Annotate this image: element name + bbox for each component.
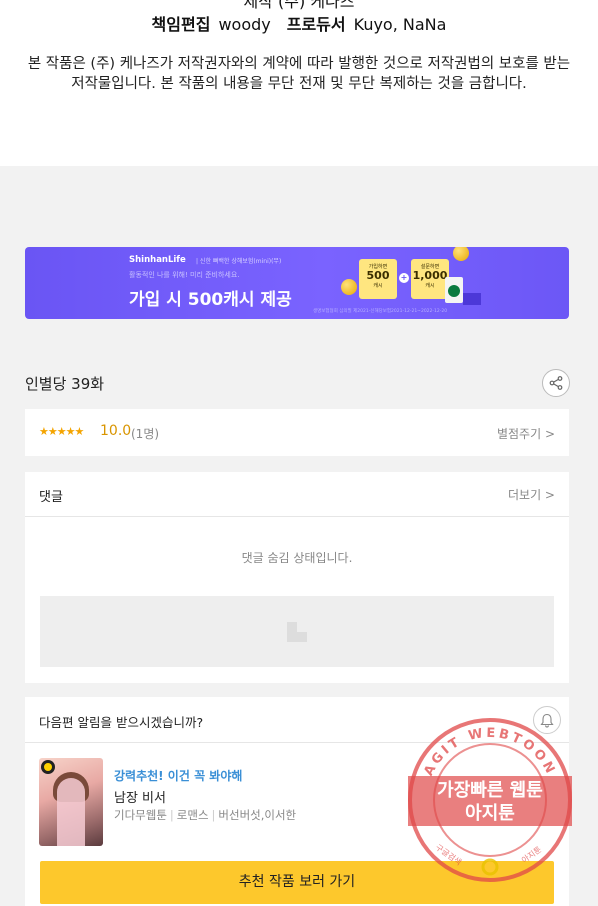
credits-section: 제작 (주) 케나즈 책임편집 woody 프로듀서 Kuyo, NaNa 본 작품은… [0,0,598,166]
view-recommendation-button[interactable]: 추천 작품 보러 가기 [40,861,554,904]
next-episode-header: 다음편 알림을 받으시겠습니까? [25,697,569,743]
coffee-cup-icon [445,277,463,303]
editor-producer-credit: 책임편집 woody 프로듀서 Kuyo, NaNa [0,11,598,35]
rating-score: 10.0 [100,423,132,439]
banner-card-survey: 설문하면 1,000 캐시 [411,259,449,299]
rate-button[interactable]: 별점주기 > [497,425,555,442]
recommended-comic-meta: 기다무웹툰 | 로맨스 | 버선버섯,이서한 [114,808,297,822]
ad-banner[interactable]: ShinhanLife | 신한 뼈백한 상해보험(mini)(무) 활동적인 … [25,247,569,319]
comments-section: 댓글 더보기 > 댓글 숨김 상태입니다. [25,472,569,683]
recommendation-tag: 강력추천! 이건 꼭 봐야해 [114,769,243,783]
plus-icon: + [399,273,409,283]
rating-count: (1명) [131,427,160,441]
gift-box-icon [463,293,481,305]
notification-question: 다음편 알림을 받으시겠습니까? [39,715,204,730]
banner-headline: 가입 시 500캐시 제공 [129,290,292,310]
comic-authors: 버선버섯,이서한 [218,808,297,822]
share-button[interactable] [542,369,570,397]
copyright-notice: 본 작품은 (주) 케나즈가 저작권자와의 계약에 따라 발행한 것으로 저작권… [27,56,571,92]
bell-icon [540,713,554,728]
producer-label: 프로듀서 [286,15,346,34]
editor-label: 책임편집 [151,15,211,34]
wait-free-clock-icon [41,760,55,774]
recommended-comic-thumbnail[interactable] [39,758,103,846]
next-episode-section: 다음편 알림을 받으시겠습니까? 강력추천! 이건 꼭 봐야해 남장 비서 기다… [25,697,569,906]
banner-brand: ShinhanLife [129,255,186,265]
comments-hidden-notice: 댓글 숨김 상태입니다. [241,551,353,565]
image-placeholder-icon [287,622,307,642]
comic-genre: 로맨스 [176,808,209,822]
producer-value: Kuyo, NaNa [353,15,447,34]
coin-icon [453,247,469,261]
comments-header: 댓글 더보기 > [25,472,569,517]
banner-description: 활동적인 나를 위해! 미리 준비하세요. [129,271,240,279]
rating-bar: ★★★★★ 10.0 (1명) 별점주기 > [25,409,569,456]
comments-more-link[interactable]: 더보기 > [508,486,555,503]
episode-title: 인별당 39화 [25,375,105,393]
editor-value: woody [218,15,271,34]
comments-title: 댓글 [39,490,63,505]
share-icon [549,376,563,390]
ad-placeholder[interactable] [40,596,554,667]
banner-brand-sub: | 신한 뼈백한 상해보험(mini)(무) [196,258,282,265]
recommended-comic-title[interactable]: 남장 비서 [114,787,166,806]
comic-category: 기다무웹툰 [114,808,167,822]
notification-bell-button[interactable] [533,706,561,734]
banner-fine-print: 생명보험협회 심의필 제2021-신해당보험2021-12-21~2022-12… [313,309,448,314]
star-rating-icon: ★★★★★ [39,425,84,438]
coin-icon [341,279,357,295]
banner-card-join: 가입하면 500 캐시 [359,259,397,299]
